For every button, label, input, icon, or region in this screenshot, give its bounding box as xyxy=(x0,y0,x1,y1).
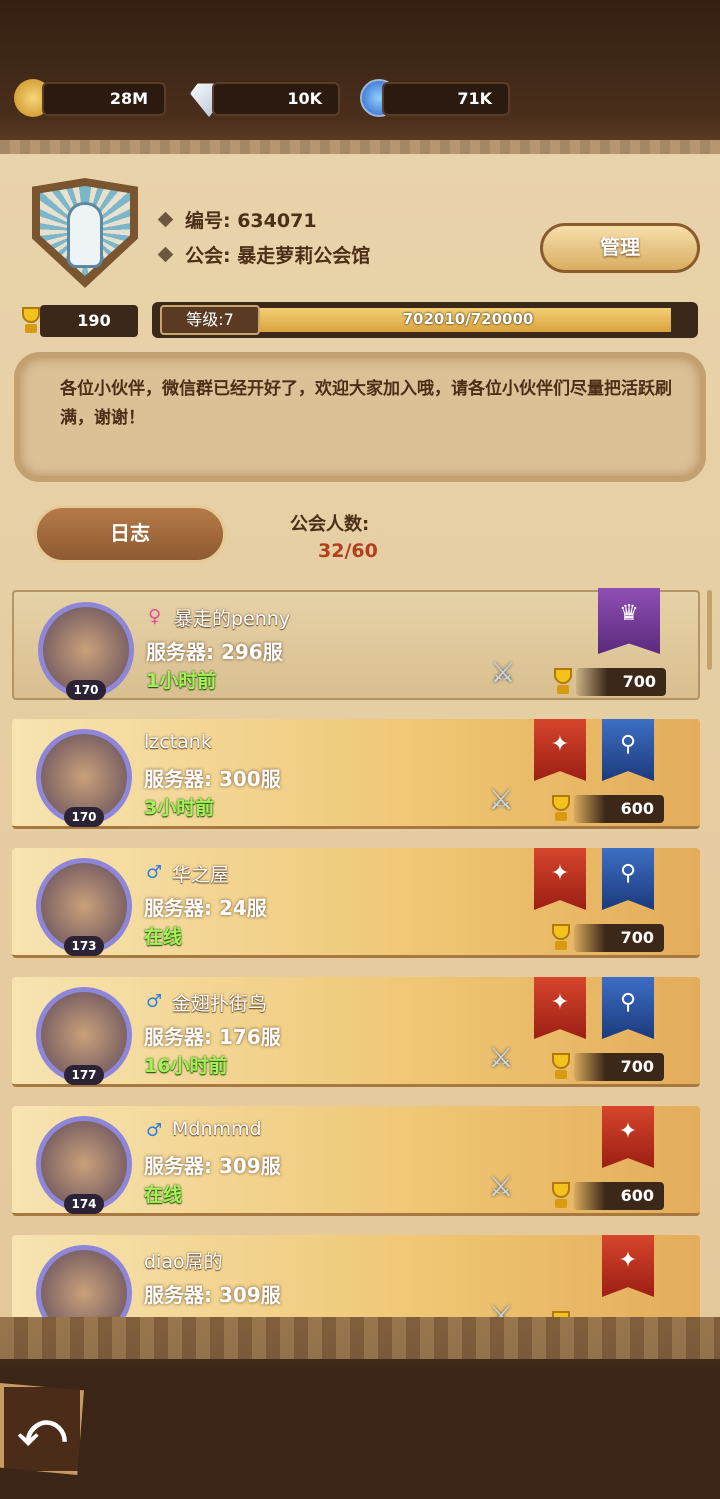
member-points: 700 xyxy=(574,1053,664,1081)
log-button[interactable]: 日志 xyxy=(34,505,226,563)
guild-trophy-total: 190 xyxy=(40,305,138,337)
scrollbar[interactable] xyxy=(707,590,712,670)
member-server: 服务器: 300服 xyxy=(144,767,281,791)
member-name: 华之屋 xyxy=(172,864,230,886)
gold-counter[interactable]: 28M xyxy=(42,82,166,116)
diamond-bullet-icon xyxy=(157,246,174,263)
crossed-swords-icon[interactable]: ⚔ xyxy=(482,1297,520,1317)
gold-value: 28M xyxy=(109,89,148,108)
member-name: lzctank xyxy=(144,731,212,753)
blue-banner-icon: ⚲ xyxy=(602,977,654,1039)
guild-emblem-icon xyxy=(70,205,100,265)
member-card[interactable]: 173 ♂ 华之屋服务器: 24服 在线 700 ✦ ⚲ xyxy=(12,848,700,958)
member-points: 700 xyxy=(574,924,664,952)
red-banner-icon: ✦ xyxy=(602,1106,654,1168)
member-card[interactable]: 174 ♂ Mdnmmd 服务器: 309服 在线 ⚔ 600 ✦ xyxy=(12,1106,700,1216)
gem-counter[interactable]: 71K xyxy=(382,82,510,116)
member-level: 170 xyxy=(66,680,106,700)
member-avatar[interactable] xyxy=(36,1245,132,1317)
crossed-swords-icon[interactable]: ⚔ xyxy=(484,654,522,692)
member-name: 金翅扑街鸟 xyxy=(172,993,268,1015)
guild-id-text: 编号: 634071 xyxy=(185,210,317,232)
member-level: 174 xyxy=(64,1194,104,1214)
guild-exp-text: 702010/720000 xyxy=(402,310,534,328)
guild-notice[interactable]: 各位小伙伴，微信群已经开好了，欢迎大家加入哦，请各位小伙伴们尽量把活跃刷满，谢谢… xyxy=(14,352,706,482)
top-bar xyxy=(0,0,720,140)
member-card[interactable]: diao屌的服务器: 309服 ⚔ ✦ xyxy=(12,1235,700,1317)
diamond-counter[interactable]: 10K xyxy=(212,82,340,116)
member-name: diao屌的 xyxy=(144,1251,223,1273)
member-card[interactable]: 170 lzctank 服务器: 300服 3小时前 ⚔ 600 ✦ ⚲ xyxy=(12,719,700,829)
member-server: 服务器: 24服 xyxy=(144,896,267,920)
trophy-icon xyxy=(546,795,576,823)
red-banner-icon: ✦ xyxy=(534,719,586,781)
member-server: 服务器: 296服 xyxy=(146,640,283,664)
guild-notice-text: 各位小伙伴，微信群已经开好了，欢迎大家加入哦，请各位小伙伴们尽量把活跃刷满，谢谢… xyxy=(60,379,672,428)
blue-banner-icon: ⚲ xyxy=(602,719,654,781)
guild-id: 编号: 634071 xyxy=(157,206,317,233)
trophy-icon xyxy=(546,1182,576,1210)
member-card[interactable]: 177 ♂ 金翅扑街鸟服务器: 176服 16小时前 ⚔ 700 ✦ ⚲ xyxy=(12,977,700,1087)
crossed-swords-icon[interactable]: ⚔ xyxy=(482,1168,520,1206)
trophy-icon xyxy=(546,1053,576,1081)
member-count-value: 32/60 xyxy=(318,540,378,562)
member-level: 177 xyxy=(64,1065,104,1085)
back-button[interactable]: ⤺ xyxy=(0,1383,84,1475)
trophy-icon xyxy=(546,924,576,952)
member-status: 1小时前 xyxy=(146,670,217,692)
purple-banner-icon: ♛ xyxy=(598,588,660,654)
member-status: 在线 xyxy=(144,926,183,948)
member-level: 170 xyxy=(64,807,104,827)
guild-level-label: 等级:7 xyxy=(160,305,260,335)
member-points: 700 xyxy=(576,668,666,696)
diamond-bullet-icon xyxy=(157,211,174,228)
member-server: 服务器: 309服 xyxy=(144,1283,281,1307)
member-points: 600 xyxy=(574,1182,664,1210)
female-icon: ♀ xyxy=(148,606,162,627)
red-banner-icon: ✦ xyxy=(534,977,586,1039)
trophy-icon xyxy=(548,668,578,696)
member-level: 173 xyxy=(64,936,104,956)
guild-name-text: 公会: 暴走萝莉公会馆 xyxy=(185,245,371,267)
gem-value: 71K xyxy=(457,89,492,108)
member-count-label: 公会人数: xyxy=(290,514,370,535)
red-banner-icon: ✦ xyxy=(602,1235,654,1297)
member-server: 服务器: 309服 xyxy=(144,1154,281,1178)
member-status: 16小时前 xyxy=(144,1055,228,1077)
red-banner-icon: ✦ xyxy=(534,848,586,910)
male-icon: ♂ xyxy=(146,991,163,1012)
bottom-bar xyxy=(0,1317,720,1499)
member-status: 3小时前 xyxy=(144,797,215,819)
diamond-value: 10K xyxy=(287,89,322,108)
male-icon: ♂ xyxy=(146,1120,163,1141)
member-name: Mdnmmd xyxy=(172,1118,262,1140)
member-card[interactable]: 170 ♀ 暴走的penny 服务器: 296服 1小时前 ⚔ 700 ♛ xyxy=(12,588,700,700)
blue-banner-icon: ⚲ xyxy=(602,848,654,910)
member-list[interactable]: 170 ♀ 暴走的penny 服务器: 296服 1小时前 ⚔ 700 ♛ 170 lzctank… xyxy=(0,580,720,1317)
male-icon: ♂ xyxy=(146,862,163,883)
member-points: 600 xyxy=(574,795,664,823)
manage-button[interactable]: 管理 xyxy=(540,223,700,273)
crossed-swords-icon[interactable]: ⚔ xyxy=(482,1039,520,1077)
member-status: 在线 xyxy=(144,1184,183,1206)
member-server: 服务器: 176服 xyxy=(144,1025,281,1049)
crossed-swords-icon[interactable]: ⚔ xyxy=(482,781,520,819)
member-name: 暴走的penny xyxy=(174,608,291,630)
guild-name: 公会: 暴走萝莉公会馆 xyxy=(157,241,371,268)
